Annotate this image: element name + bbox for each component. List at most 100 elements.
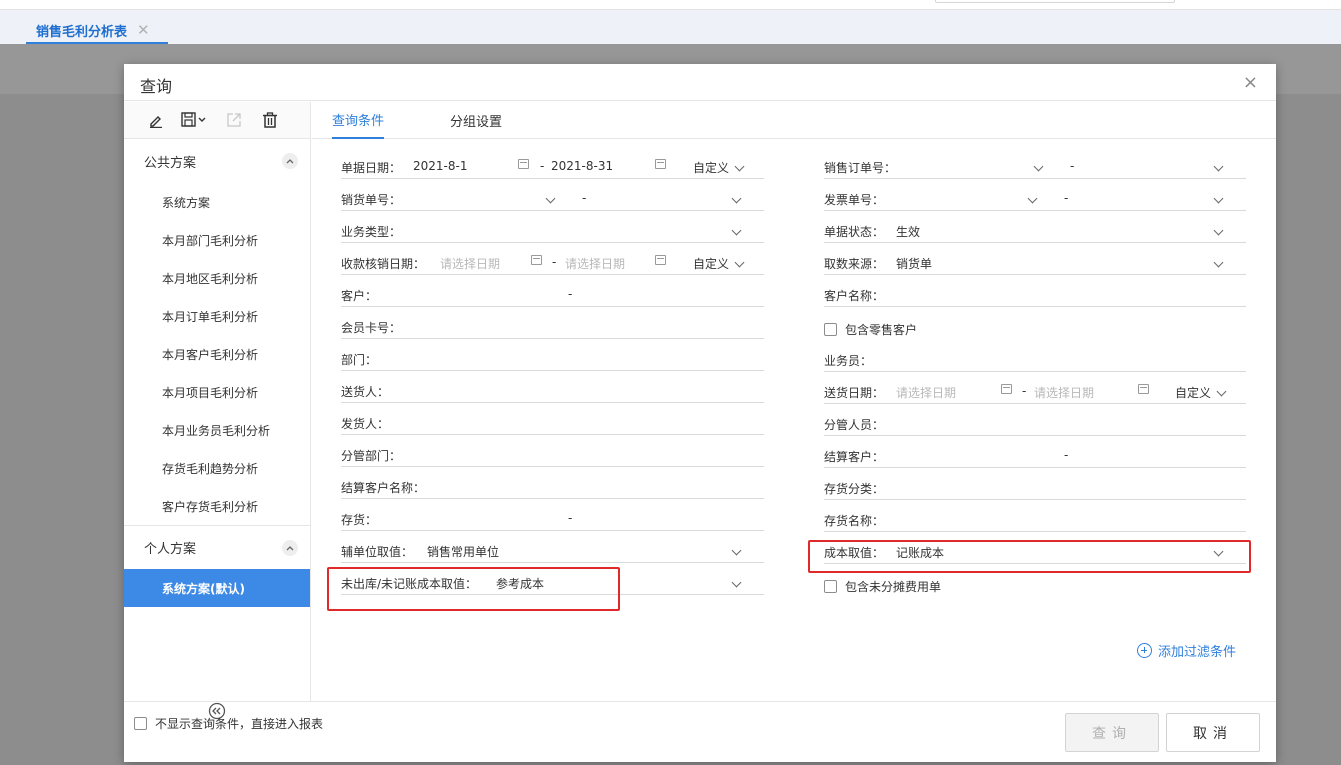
skip-conditions-checkbox[interactable]: 不显示查询条件，直接进入报表 bbox=[134, 715, 323, 732]
scheme-item[interactable]: 本月地区毛利分析 bbox=[124, 259, 310, 297]
include-unalloc-checkbox[interactable]: 包含未分摊费用单 bbox=[824, 578, 941, 595]
public-group-label: 公共方案 bbox=[144, 155, 197, 171]
date-to-input[interactable]: 请选择日期 bbox=[565, 255, 625, 272]
source-field[interactable]: 取数来源： 销货单 bbox=[824, 251, 1246, 275]
field-label: 收款核销日期： bbox=[341, 257, 426, 271]
mgr-person-field[interactable]: 分管人员： bbox=[824, 412, 1246, 436]
field-label: 单据日期： bbox=[341, 161, 402, 175]
field-label: 存货分类： bbox=[824, 482, 885, 496]
checkbox[interactable] bbox=[824, 323, 837, 336]
field-label: 单据状态： bbox=[824, 225, 885, 239]
inv-name-field[interactable]: 存货名称： bbox=[824, 508, 1246, 532]
export-icon[interactable] bbox=[222, 108, 246, 132]
chevron-down-icon[interactable] bbox=[1213, 223, 1227, 236]
chevron-down-icon[interactable] bbox=[545, 191, 559, 204]
scheme-sidebar: 公共方案 系统方案 本月部门毛利分析 本月地区毛利分析 本月订单毛利分析 本月客… bbox=[124, 102, 311, 720]
chevron-down-icon[interactable] bbox=[1213, 159, 1227, 172]
customer-field[interactable]: 客户： - bbox=[341, 283, 764, 307]
salesman-field[interactable]: 业务员： bbox=[824, 348, 1246, 372]
field-label: 销货单号： bbox=[341, 193, 402, 207]
chevron-down-icon[interactable] bbox=[1213, 191, 1227, 204]
member-card-field[interactable]: 会员卡号： bbox=[341, 315, 764, 339]
query-button[interactable]: 查询 bbox=[1065, 713, 1159, 752]
chevron-down-icon[interactable] bbox=[731, 543, 745, 556]
invoice-no-field: 发票单号： - bbox=[824, 187, 1246, 211]
checkbox[interactable] bbox=[824, 580, 837, 593]
chevron-down-icon[interactable] bbox=[1213, 255, 1227, 268]
chevron-down-icon[interactable] bbox=[731, 575, 745, 588]
department-field[interactable]: 部门： bbox=[341, 347, 764, 371]
calendar-icon[interactable] bbox=[655, 159, 666, 169]
chevron-up-icon[interactable] bbox=[282, 539, 298, 556]
chevron-down-icon[interactable] bbox=[1027, 191, 1041, 204]
date-mode-select[interactable]: 自定义 bbox=[1175, 384, 1211, 401]
scheme-item[interactable]: 客户存货毛利分析 bbox=[124, 487, 310, 525]
delete-icon[interactable] bbox=[258, 108, 282, 132]
scheme-item[interactable]: 本月部门毛利分析 bbox=[124, 221, 310, 259]
calendar-icon[interactable] bbox=[518, 159, 529, 169]
settle-cust-field[interactable]: 结算客户： - bbox=[824, 444, 1246, 468]
field-label: 送货人： bbox=[341, 385, 390, 399]
calendar-icon[interactable] bbox=[655, 255, 666, 265]
calendar-icon[interactable] bbox=[1001, 384, 1012, 394]
dialog-tabs: 查询条件 分组设置 bbox=[312, 102, 1276, 139]
sales-order-no-field: 销售订单号： - bbox=[824, 155, 1246, 179]
tab-group-settings[interactable]: 分组设置 bbox=[450, 102, 502, 139]
scheme-item[interactable]: 本月订单毛利分析 bbox=[124, 297, 310, 335]
chevron-down-icon[interactable] bbox=[734, 255, 748, 268]
sales-no-field: 销货单号： - bbox=[341, 187, 764, 211]
chevron-down-icon[interactable] bbox=[1033, 159, 1047, 172]
date-mode-select[interactable]: 自定义 bbox=[693, 159, 729, 176]
delivery-date-field: 送货日期： 请选择日期 - 请选择日期 自定义 bbox=[824, 380, 1246, 404]
scheme-item[interactable]: 本月业务员毛利分析 bbox=[124, 411, 310, 449]
add-filter-button[interactable]: 添加过滤条件 bbox=[1137, 641, 1236, 660]
edit-icon[interactable] bbox=[144, 108, 168, 132]
field-label: 分管部门： bbox=[341, 449, 402, 463]
inv-category-field[interactable]: 存货分类： bbox=[824, 476, 1246, 500]
biz-type-field[interactable]: 业务类型： bbox=[341, 219, 764, 243]
scheme-item-active[interactable]: 系统方案(默认) bbox=[124, 569, 310, 607]
scheme-item[interactable]: 本月客户毛利分析 bbox=[124, 335, 310, 373]
aux-unit-field[interactable]: 辅单位取值： 销售常用单位 bbox=[341, 539, 764, 563]
tab-query-conditions[interactable]: 查询条件 bbox=[332, 102, 385, 139]
personal-group-label: 个人方案 bbox=[144, 542, 197, 557]
save-icon[interactable] bbox=[180, 108, 210, 132]
scheme-item[interactable]: 本月项目毛利分析 bbox=[124, 373, 310, 411]
chevron-down-icon[interactable] bbox=[731, 191, 745, 204]
personal-scheme-group[interactable]: 个人方案 bbox=[124, 525, 310, 569]
tab-close-icon[interactable]: ✕ bbox=[137, 21, 150, 39]
app-top-bar bbox=[0, 0, 1341, 10]
field-label: 业务类型： bbox=[341, 225, 402, 239]
date-mode-select[interactable]: 自定义 bbox=[693, 255, 729, 272]
cancel-button[interactable]: 取消 bbox=[1166, 713, 1260, 752]
cust-name-field[interactable]: 客户名称： bbox=[824, 283, 1246, 307]
calendar-icon[interactable] bbox=[531, 255, 542, 265]
doc-status-field[interactable]: 单据状态： 生效 bbox=[824, 219, 1246, 243]
field-label: 发货人： bbox=[341, 417, 390, 431]
date-to-input[interactable]: 请选择日期 bbox=[1034, 384, 1094, 401]
chevron-down-icon[interactable] bbox=[731, 223, 745, 236]
chevron-down-icon[interactable] bbox=[734, 159, 748, 172]
date-to-input[interactable]: 2021-8-31 bbox=[551, 159, 613, 173]
date-from-input[interactable]: 2021-8-1 bbox=[413, 159, 467, 173]
inventory-field[interactable]: 存货： - bbox=[341, 507, 764, 531]
date-from-input[interactable]: 请选择日期 bbox=[440, 255, 500, 272]
calendar-icon[interactable] bbox=[1138, 384, 1149, 394]
tab-sales-gross-profit[interactable]: 销售毛利分析表 ✕ bbox=[26, 18, 168, 44]
chevron-down-icon[interactable] bbox=[1216, 384, 1230, 397]
settle-cust-name-field[interactable]: 结算客户名称： bbox=[341, 475, 764, 499]
scheme-item[interactable]: 存货毛利趋势分析 bbox=[124, 449, 310, 487]
chevron-up-icon[interactable] bbox=[282, 153, 298, 169]
doc-date-field: 单据日期： 2021-8-1 - 2021-8-31 自定义 bbox=[341, 155, 764, 179]
deliverer-field[interactable]: 送货人： bbox=[341, 379, 764, 403]
shipper-field[interactable]: 发货人： bbox=[341, 411, 764, 435]
app-search-input[interactable] bbox=[935, 0, 1175, 3]
checkbox[interactable] bbox=[134, 717, 147, 730]
field-label: 客户： bbox=[341, 289, 378, 303]
close-icon[interactable]: × bbox=[1243, 72, 1258, 93]
scheme-item[interactable]: 系统方案 bbox=[124, 183, 310, 221]
date-from-input[interactable]: 请选择日期 bbox=[896, 384, 956, 401]
public-scheme-group[interactable]: 公共方案 bbox=[124, 139, 310, 183]
include-retail-checkbox[interactable]: 包含零售客户 bbox=[824, 321, 917, 338]
mgr-dept-field[interactable]: 分管部门： bbox=[341, 443, 764, 467]
